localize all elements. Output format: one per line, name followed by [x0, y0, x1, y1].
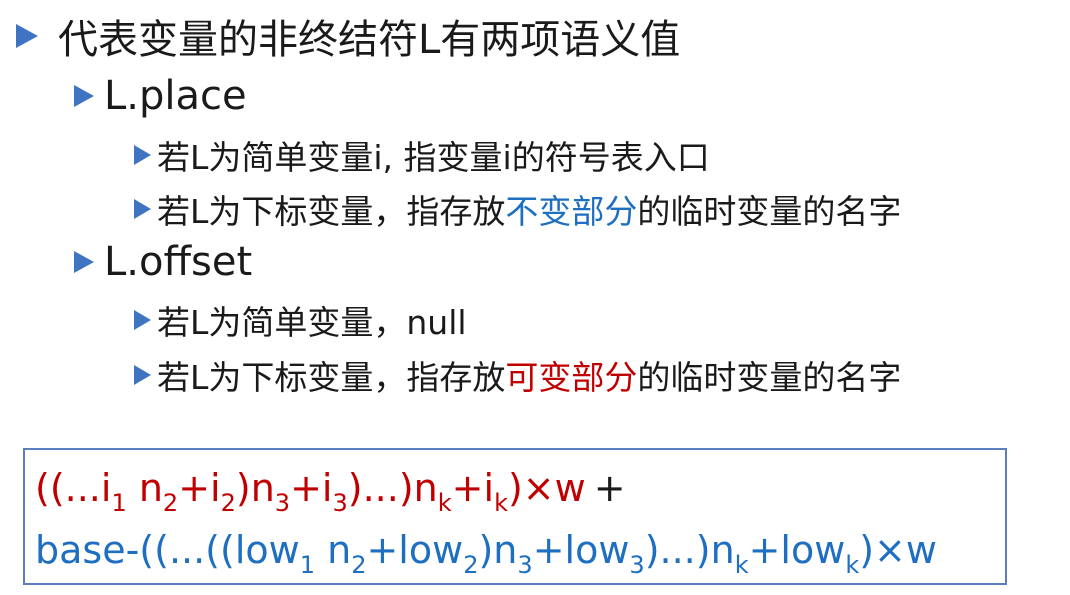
place-item-2-suffix: 的临时变量的名字	[637, 192, 902, 231]
formula-subscript: 3	[517, 551, 533, 579]
formula-term: n	[315, 528, 352, 572]
triangle-bullet-icon	[134, 145, 151, 165]
offset-item-1-text: 若L为简单变量，null	[157, 303, 467, 342]
formula-term: )...)n	[644, 528, 735, 572]
formula-term: +i	[178, 466, 221, 510]
formula-term: +low	[366, 528, 464, 572]
formula-box: ((...i1 n2+i2)n3+i3)...)nk+ik)×w + base-(…	[23, 448, 1007, 585]
offset-label: L.offset	[104, 239, 253, 285]
formula-term: +i	[451, 466, 495, 510]
formula-term: +low	[748, 528, 846, 572]
formula-term: )...)n	[347, 466, 438, 510]
formula-subscript: 2	[351, 551, 367, 579]
triangle-bullet-icon	[134, 199, 151, 219]
offset-item-2-prefix: 若L为下标变量，指存放	[157, 358, 506, 397]
place-label: L.place	[104, 73, 247, 119]
formula-subscript: k	[845, 551, 860, 579]
offset-item-2: 若L为下标变量，指存放 可变部分 的临时变量的名字	[134, 353, 901, 397]
formula-term: )×w	[859, 528, 937, 572]
formula-subscript: k	[494, 489, 508, 517]
place-item-2: 若L为下标变量，指存放 不变部分 的临时变量的名字	[134, 187, 901, 231]
offset-bullet: L.offset	[74, 236, 252, 288]
triangle-bullet-icon	[74, 85, 94, 107]
formula-subscript: k	[734, 551, 749, 579]
triangle-bullet-icon	[134, 365, 151, 385]
triangle-bullet-icon	[134, 310, 151, 330]
formula-line-2: base-((...((low1 n2+low2)n3+low3)...)nk+…	[35, 528, 937, 577]
triangle-bullet-icon	[74, 251, 94, 273]
offset-item-2-suffix: 的临时变量的名字	[637, 358, 902, 397]
place-item-1: 若L为简单变量i, 指变量i的符号表入口	[134, 133, 710, 177]
formula-subscript: 1	[111, 489, 127, 517]
formula-plus: +	[593, 466, 626, 510]
place-item-2-highlight: 不变部分	[505, 192, 638, 231]
formula-term: ((...i	[35, 466, 112, 510]
formula-term: )n	[478, 528, 518, 572]
formula-subscript: 3	[629, 551, 645, 579]
formula-term: +low	[532, 528, 630, 572]
formula-term: +i	[290, 466, 333, 510]
formula-subscript: 2	[220, 489, 236, 517]
place-item-2-prefix: 若L为下标变量，指存放	[157, 192, 506, 231]
main-bullet: 代表变量的非终结符L有两项语义值	[16, 8, 680, 64]
formula-term: base-((...((low	[35, 528, 300, 572]
offset-item-2-highlight: 可变部分	[505, 358, 638, 397]
formula-subscript: 1	[299, 551, 316, 579]
place-item-1-text: 若L为简单变量i, 指变量i的符号表入口	[157, 138, 710, 177]
place-bullet: L.place	[74, 70, 247, 122]
triangle-bullet-icon	[16, 24, 38, 48]
offset-item-1: 若L为简单变量，null	[134, 298, 467, 342]
formula-line-1-expression: ((...i1 n2+i2)n3+i3)...)nk+ik)×w	[35, 466, 586, 515]
formula-subscript: 2	[463, 551, 479, 579]
main-bullet-text: 代表变量的非终结符L有两项语义值	[58, 17, 681, 63]
formula-term: )×w	[507, 466, 586, 510]
formula-line-1: ((...i1 n2+i2)n3+i3)...)nk+ik)×w +	[35, 466, 626, 515]
formula-subscript: 2	[162, 489, 179, 517]
formula-subscript: k	[437, 489, 452, 517]
formula-subscript: 3	[332, 489, 348, 517]
formula-term: )n	[235, 466, 275, 510]
formula-term: n	[126, 466, 163, 510]
formula-subscript: 3	[274, 489, 291, 517]
